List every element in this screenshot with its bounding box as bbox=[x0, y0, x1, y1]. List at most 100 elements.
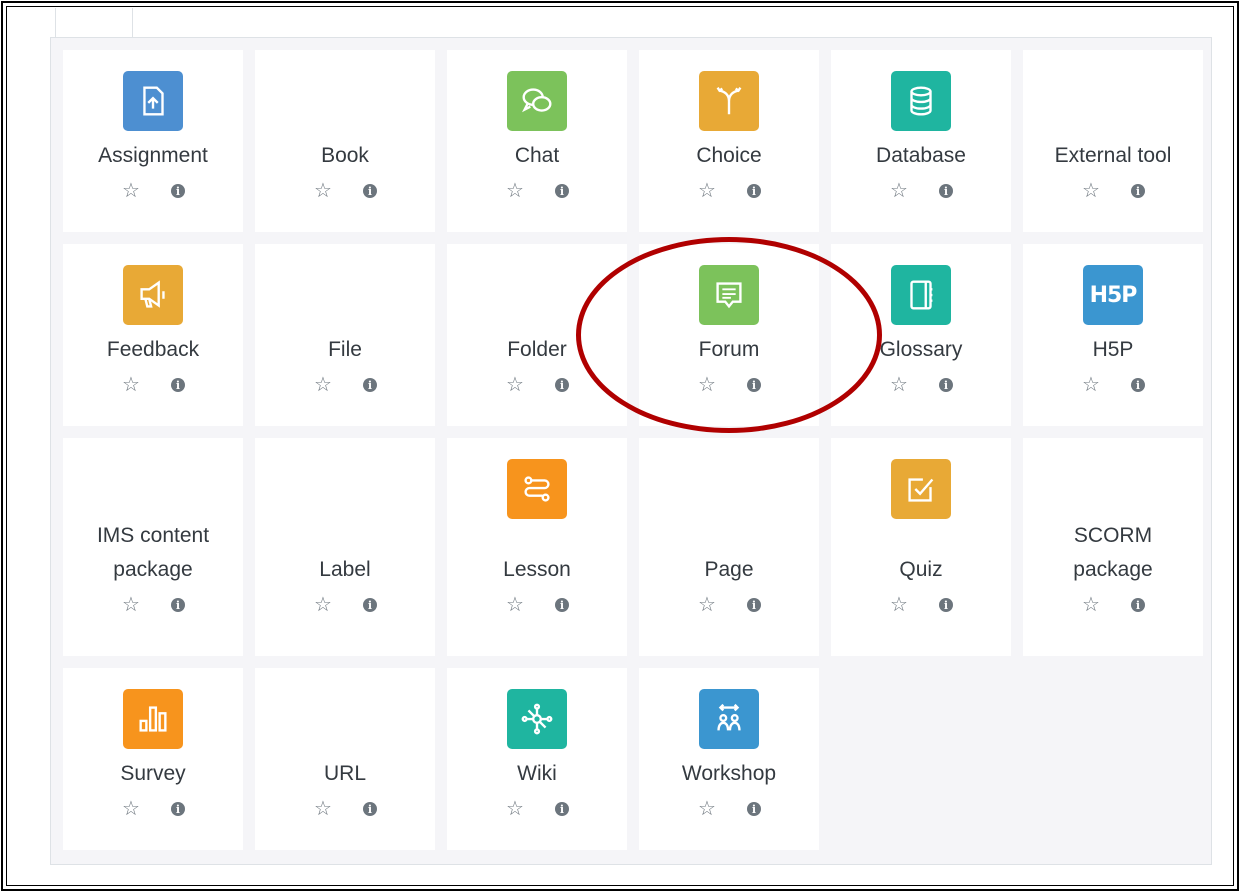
info-icon[interactable]: i bbox=[555, 378, 569, 392]
activity-name: URL bbox=[323, 762, 366, 785]
glossary-icon bbox=[891, 265, 951, 325]
star-icon[interactable]: ☆ bbox=[505, 595, 525, 615]
activity-name: Quiz bbox=[899, 558, 943, 581]
activity-workshop[interactable]: Workshop ☆ i bbox=[639, 668, 819, 850]
survey-icon bbox=[123, 689, 183, 749]
star-icon[interactable]: ☆ bbox=[697, 181, 717, 201]
info-icon[interactable]: i bbox=[171, 184, 185, 198]
star-icon[interactable]: ☆ bbox=[313, 799, 333, 819]
activity-database[interactable]: Database ☆ i bbox=[831, 50, 1011, 232]
lesson-icon bbox=[507, 459, 567, 519]
activity-label[interactable]: Label ☆ i bbox=[255, 438, 435, 656]
activity-name: Book bbox=[321, 144, 369, 167]
info-icon[interactable]: i bbox=[747, 802, 761, 816]
star-icon[interactable]: ☆ bbox=[889, 595, 909, 615]
info-icon[interactable]: i bbox=[363, 802, 377, 816]
star-icon[interactable]: ☆ bbox=[313, 595, 333, 615]
activity-name: Survey bbox=[120, 762, 186, 785]
activity-assignment[interactable]: Assignment ☆ i bbox=[63, 50, 243, 232]
activity-survey[interactable]: Survey ☆ i bbox=[63, 668, 243, 850]
star-icon[interactable]: ☆ bbox=[889, 375, 909, 395]
activity-name: IMS content package bbox=[96, 524, 210, 581]
star-icon[interactable]: ☆ bbox=[121, 375, 141, 395]
activity-chooser-panel: Assignment ☆ i Book ☆ i Chat ☆ i Choice ☆ i … bbox=[50, 37, 1212, 865]
activity-file[interactable]: File ☆ i bbox=[255, 244, 435, 426]
info-icon[interactable]: i bbox=[747, 598, 761, 612]
star-icon[interactable]: ☆ bbox=[121, 595, 141, 615]
info-icon[interactable]: i bbox=[363, 378, 377, 392]
activity-lesson[interactable]: Lesson ☆ i bbox=[447, 438, 627, 656]
info-icon[interactable]: i bbox=[555, 598, 569, 612]
feedback-icon bbox=[123, 265, 183, 325]
activity-external-tool[interactable]: External tool ☆ i bbox=[1023, 50, 1203, 232]
activity-glossary[interactable]: Glossary ☆ i bbox=[831, 244, 1011, 426]
info-icon[interactable]: i bbox=[171, 802, 185, 816]
workshop-icon bbox=[699, 689, 759, 749]
tab[interactable] bbox=[55, 8, 133, 38]
star-icon[interactable]: ☆ bbox=[697, 799, 717, 819]
h5p-icon: H5P bbox=[1083, 265, 1143, 325]
info-icon[interactable]: i bbox=[363, 598, 377, 612]
choice-icon bbox=[699, 71, 759, 131]
info-icon[interactable]: i bbox=[939, 598, 953, 612]
info-icon[interactable]: i bbox=[747, 378, 761, 392]
activity-name: H5P bbox=[1092, 338, 1134, 361]
activity-name: Forum bbox=[698, 338, 760, 361]
activity-name: Assignment bbox=[98, 144, 208, 167]
forum-icon bbox=[699, 265, 759, 325]
activity-forum[interactable]: Forum ☆ i bbox=[639, 244, 819, 426]
star-icon[interactable]: ☆ bbox=[1081, 595, 1101, 615]
star-icon[interactable]: ☆ bbox=[697, 595, 717, 615]
star-icon[interactable]: ☆ bbox=[1081, 181, 1101, 201]
info-icon[interactable]: i bbox=[1131, 184, 1145, 198]
activity-name: Database bbox=[876, 144, 966, 167]
info-icon[interactable]: i bbox=[939, 184, 953, 198]
star-icon[interactable]: ☆ bbox=[697, 375, 717, 395]
star-icon[interactable]: ☆ bbox=[505, 799, 525, 819]
star-icon[interactable]: ☆ bbox=[505, 181, 525, 201]
info-icon[interactable]: i bbox=[747, 184, 761, 198]
assignment-icon bbox=[123, 71, 183, 131]
info-icon[interactable]: i bbox=[1131, 378, 1145, 392]
activity-chat[interactable]: Chat ☆ i bbox=[447, 50, 627, 232]
chat-icon bbox=[507, 71, 567, 131]
activity-quiz[interactable]: Quiz ☆ i bbox=[831, 438, 1011, 656]
activity-scorm-package[interactable]: SCORM package ☆ i bbox=[1023, 438, 1203, 656]
activity-h5p[interactable]: H5P H5P ☆ i bbox=[1023, 244, 1203, 426]
info-icon[interactable]: i bbox=[363, 184, 377, 198]
activity-name: Page bbox=[704, 558, 754, 581]
database-icon bbox=[891, 71, 951, 131]
activity-name: SCORM package bbox=[1073, 524, 1153, 581]
activity-name: Workshop bbox=[681, 762, 777, 785]
info-icon[interactable]: i bbox=[1131, 598, 1145, 612]
info-icon[interactable]: i bbox=[171, 378, 185, 392]
activity-name: Choice bbox=[696, 144, 762, 167]
star-icon[interactable]: ☆ bbox=[505, 375, 525, 395]
star-icon[interactable]: ☆ bbox=[121, 181, 141, 201]
star-icon[interactable]: ☆ bbox=[121, 799, 141, 819]
info-icon[interactable]: i bbox=[939, 378, 953, 392]
star-icon[interactable]: ☆ bbox=[313, 181, 333, 201]
info-icon[interactable]: i bbox=[555, 184, 569, 198]
info-icon[interactable]: i bbox=[555, 802, 569, 816]
quiz-icon bbox=[891, 459, 951, 519]
activity-folder[interactable]: Folder ☆ i bbox=[447, 244, 627, 426]
activity-name: Lesson bbox=[503, 558, 571, 581]
activity-url[interactable]: URL ☆ i bbox=[255, 668, 435, 850]
activity-page[interactable]: Page ☆ i bbox=[639, 438, 819, 656]
activity-name: Glossary bbox=[879, 338, 963, 361]
info-icon[interactable]: i bbox=[171, 598, 185, 612]
activity-choice[interactable]: Choice ☆ i bbox=[639, 50, 819, 232]
activity-feedback[interactable]: Feedback ☆ i bbox=[63, 244, 243, 426]
star-icon[interactable]: ☆ bbox=[1081, 375, 1101, 395]
star-icon[interactable]: ☆ bbox=[889, 181, 909, 201]
wiki-icon bbox=[507, 689, 567, 749]
activity-name: External tool bbox=[1054, 144, 1172, 167]
activity-book[interactable]: Book ☆ i bbox=[255, 50, 435, 232]
activity-name: Chat bbox=[514, 144, 560, 167]
star-icon[interactable]: ☆ bbox=[313, 375, 333, 395]
activity-wiki[interactable]: Wiki ☆ i bbox=[447, 668, 627, 850]
activity-name: Wiki bbox=[517, 762, 557, 785]
activity-name: Feedback bbox=[106, 338, 200, 361]
activity-ims-content-package[interactable]: IMS content package ☆ i bbox=[63, 438, 243, 656]
